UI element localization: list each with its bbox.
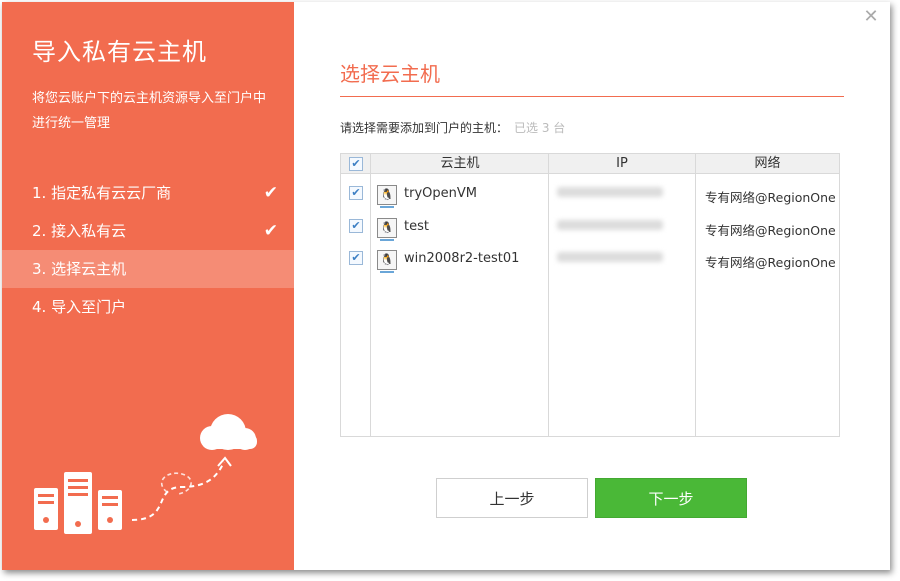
step-label: 3. 选择云主机 — [32, 260, 127, 278]
cloud-server-illustration — [34, 414, 257, 534]
step-label: 2. 接入私有云 — [32, 222, 127, 240]
sidebar-description: 将您云账户下的云主机资源导入至门户中进行统一管理 — [32, 91, 267, 131]
linux-vm-icon: 🐧 — [377, 185, 397, 208]
row-checkbox[interactable]: ✔ — [349, 251, 363, 265]
vm-name: win2008r2-test01 — [404, 251, 520, 266]
table-row[interactable]: ✔ 🐧 win2008r2-test01 专有网络@RegionOne — [341, 248, 839, 280]
import-dialog: 导入私有云主机 将您云账户下的云主机资源导入至门户中进行统一管理 1. 指定私有… — [2, 2, 890, 570]
step-connect-cloud[interactable]: 2. 接入私有云 ✔ — [2, 212, 294, 250]
vm-network: 专有网络@RegionOne — [705, 223, 836, 238]
step-label: 1. 指定私有云云厂商 — [32, 184, 172, 202]
step-label: 4. 导入至门户 — [32, 298, 127, 316]
linux-vm-icon: 🐧 — [377, 250, 397, 273]
table-row[interactable]: ✔ 🐧 tryOpenVM 专有网络@RegionOne — [341, 183, 839, 215]
ip-address-redacted — [557, 187, 663, 197]
selection-prompt: 请选择需要添加到门户的主机： 已选 3 台 — [340, 119, 565, 136]
selected-count: 已选 3 台 — [514, 121, 566, 135]
previous-step-button[interactable]: 上一步 — [436, 478, 588, 518]
prompt-text: 请选择需要添加到门户的主机： — [340, 121, 509, 135]
column-header-ip: IP — [616, 156, 628, 171]
linux-vm-icon: 🐧 — [377, 218, 397, 241]
vm-name: tryOpenVM — [404, 186, 477, 201]
step-select-vm[interactable]: 3. 选择云主机 — [2, 250, 294, 288]
table-row[interactable]: ✔ 🐧 test 专有网络@RegionOne — [341, 216, 839, 248]
select-all-checkbox[interactable]: ✔ — [349, 157, 363, 171]
vm-name: test — [404, 219, 429, 234]
vm-network: 专有网络@RegionOne — [705, 255, 836, 270]
column-header-network: 网络 — [754, 156, 781, 171]
ip-address-redacted — [557, 252, 663, 262]
vm-table: ✔ 云主机 IP 网络 ✔ 🐧 tryOpenVM 专有网络@RegionOne… — [340, 153, 840, 437]
section-title: 选择云主机 — [340, 62, 440, 86]
checkmark-icon: ✔ — [263, 221, 278, 241]
main-content: 选择云主机 请选择需要添加到门户的主机： 已选 3 台 ✔ 云主机 IP 网络 ✔… — [340, 2, 890, 570]
vm-network: 专有网络@RegionOne — [705, 190, 836, 205]
title-divider — [340, 96, 844, 97]
checkmark-icon: ✔ — [263, 183, 278, 203]
step-list: 1. 指定私有云云厂商 ✔ 2. 接入私有云 ✔ 3. 选择云主机 4. 导入至… — [2, 174, 294, 326]
sidebar-title: 导入私有云主机 — [32, 38, 207, 66]
step-specify-vendor[interactable]: 1. 指定私有云云厂商 ✔ — [2, 174, 294, 212]
ip-address-redacted — [557, 220, 663, 230]
table-header: ✔ 云主机 IP 网络 — [341, 154, 839, 174]
cloud-icon — [200, 414, 257, 450]
step-import-portal[interactable]: 4. 导入至门户 — [2, 288, 294, 326]
column-header-vm: 云主机 — [440, 156, 480, 171]
row-checkbox[interactable]: ✔ — [349, 186, 363, 200]
row-checkbox[interactable]: ✔ — [349, 219, 363, 233]
sidebar: 导入私有云主机 将您云账户下的云主机资源导入至门户中进行统一管理 1. 指定私有… — [2, 2, 294, 570]
next-step-button[interactable]: 下一步 — [595, 478, 747, 518]
